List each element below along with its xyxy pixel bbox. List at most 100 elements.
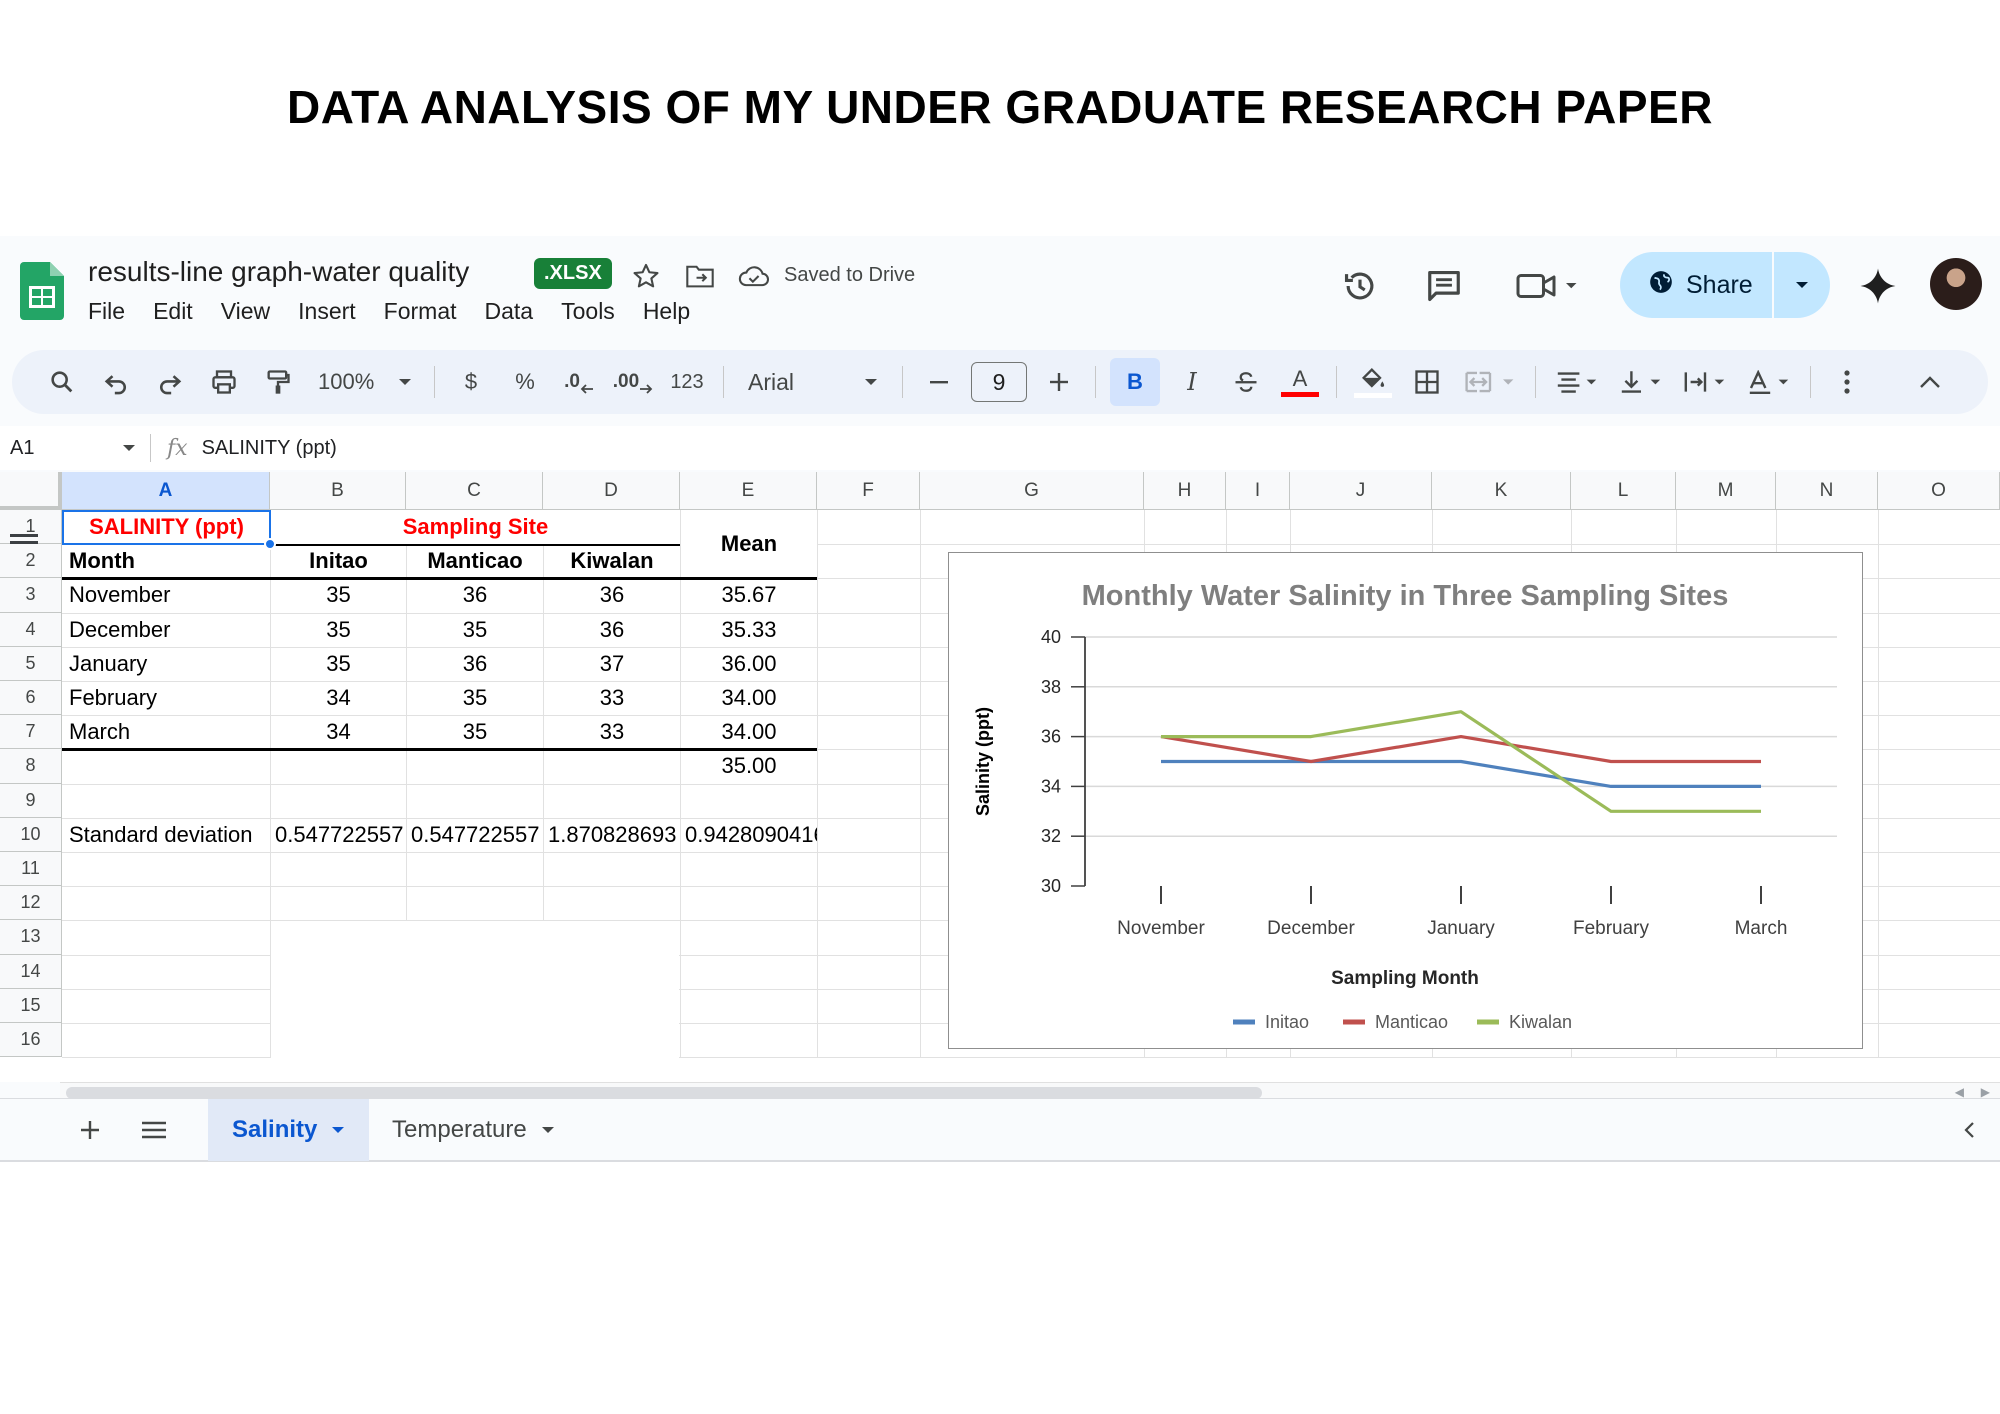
cell-mean-header[interactable]: Mean [681,510,817,578]
text-rotation-icon[interactable] [1742,358,1796,406]
row-header-14[interactable]: 14 [0,954,62,989]
row-header-2[interactable]: 2 [0,544,62,579]
horizontal-align-icon[interactable] [1550,358,1604,406]
decrease-decimal-button[interactable]: .0 [557,358,601,406]
line-chart[interactable]: Monthly Water Salinity in Three Sampling… [948,552,1863,1049]
column-header-e[interactable]: E [680,472,817,510]
cloud-saved-icon[interactable] [736,258,772,294]
cell-std-value[interactable]: 0.547722557 [407,818,543,852]
cell-value[interactable]: 34 [271,681,406,715]
column-header-j[interactable]: J [1290,472,1432,510]
row-header-3[interactable]: 3 [0,578,62,613]
gemini-sparkle-icon[interactable] [1852,260,1904,312]
scroll-right-icon[interactable]: ▶ [1981,1085,1990,1099]
text-color-button[interactable]: A [1278,358,1322,406]
column-header-h[interactable]: H [1144,472,1226,510]
row-header-12[interactable]: 12 [0,886,62,921]
row-header-15[interactable]: 15 [0,988,62,1023]
cell-sampling-site-header[interactable]: Sampling Site [271,510,680,544]
cell-std-label[interactable]: Standard deviation [63,818,270,852]
cell-overall-mean[interactable]: 35.00 [681,749,817,783]
menu-file[interactable]: File [88,298,125,325]
cell-value[interactable]: 33 [544,681,680,715]
cell-value[interactable]: 35 [271,613,406,647]
percent-format-button[interactable]: % [503,358,547,406]
document-title[interactable]: results-line graph-water quality [88,256,469,288]
cell-value[interactable]: 34.00 [681,681,817,715]
column-header-k[interactable]: K [1432,472,1571,510]
row-header-8[interactable]: 8 [0,749,62,784]
cell-value[interactable]: 36.00 [681,647,817,681]
cell-header-kiwalan[interactable]: Kiwalan [544,544,680,578]
share-button[interactable]: Share [1620,252,1830,318]
sheet-tab-salinity[interactable]: Salinity [208,1099,370,1161]
selected-cell-a1[interactable] [62,510,271,546]
vertical-align-icon[interactable] [1614,358,1668,406]
row-header-1[interactable]: 1 [0,510,62,545]
cell-value[interactable]: 34.00 [681,715,817,749]
scroll-left-icon[interactable]: ◀ [1955,1085,1964,1099]
menu-edit[interactable]: Edit [153,298,193,325]
menu-format[interactable]: Format [384,298,457,325]
bold-button[interactable]: B [1110,358,1160,406]
formula-input[interactable]: SALINITY (ppt) [202,437,337,460]
menu-insert[interactable]: Insert [298,298,356,325]
column-header-d[interactable]: D [543,472,680,510]
cell-value[interactable]: 35 [407,715,543,749]
strikethrough-icon[interactable] [1224,358,1268,406]
cell-month[interactable]: January [63,647,270,681]
column-header-l[interactable]: L [1571,472,1676,510]
cell-value[interactable]: 35.67 [681,578,817,612]
share-main[interactable]: Share [1620,252,1772,318]
cell-value[interactable]: 35 [407,613,543,647]
cell-value[interactable]: 33 [544,715,680,749]
row-header-6[interactable]: 6 [0,681,62,716]
redo-icon[interactable] [148,358,192,406]
column-header-b[interactable]: B [270,472,406,510]
menu-data[interactable]: Data [485,298,534,325]
row-header-7[interactable]: 7 [0,715,62,750]
all-sheets-icon[interactable] [134,1107,174,1153]
more-options-icon[interactable] [1825,358,1869,406]
column-header-g[interactable]: G [920,472,1144,510]
increase-decimal-button[interactable]: .00 [611,358,655,406]
sheet-tab-temperature[interactable]: Temperature [368,1099,579,1161]
cell-value[interactable]: 37 [544,647,680,681]
cell-value[interactable]: 36 [407,647,543,681]
share-dropdown-icon[interactable] [1774,252,1830,318]
column-header-m[interactable]: M [1676,472,1776,510]
meet-video-icon[interactable] [1508,260,1588,312]
row-header-9[interactable]: 9 [0,783,62,818]
column-header-c[interactable]: C [406,472,543,510]
row-header-4[interactable]: 4 [0,612,62,647]
row-header-5[interactable]: 5 [0,646,62,681]
column-header-o[interactable]: O [1878,472,2000,510]
cell-header-month[interactable]: Month [63,544,270,578]
cell-header-manticao[interactable]: Manticao [407,544,543,578]
cell-month[interactable]: March [63,715,270,749]
comments-icon[interactable] [1418,260,1470,312]
cell-value[interactable]: 36 [544,578,680,612]
cell-month[interactable]: November [63,578,270,612]
cell-value[interactable]: 35 [271,647,406,681]
cell-value[interactable]: 35.33 [681,613,817,647]
increase-font-size-icon[interactable] [1037,358,1081,406]
row-header-10[interactable]: 10 [0,817,62,852]
column-header-f[interactable]: F [817,472,920,510]
sheets-logo-icon[interactable] [20,262,64,320]
cell-std-value[interactable]: 0.9428090416 [681,818,817,852]
frozen-row-handle[interactable] [10,541,38,544]
borders-icon[interactable] [1405,358,1449,406]
cell-value[interactable]: 36 [407,578,543,612]
font-select[interactable]: Arial [738,358,888,406]
number-format-button[interactable]: 123 [665,358,709,406]
undo-icon[interactable] [94,358,138,406]
cell-value[interactable]: 36 [544,613,680,647]
cell-header-initao[interactable]: Initao [271,544,406,578]
text-wrapping-icon[interactable] [1678,358,1732,406]
collapse-toolbar-icon[interactable] [1908,358,1952,406]
row-header-11[interactable]: 11 [0,852,62,887]
cell-std-value[interactable]: 1.870828693 [544,818,680,852]
row-header-16[interactable]: 16 [0,1023,62,1058]
collapse-side-panel-icon[interactable] [1954,1107,1984,1153]
